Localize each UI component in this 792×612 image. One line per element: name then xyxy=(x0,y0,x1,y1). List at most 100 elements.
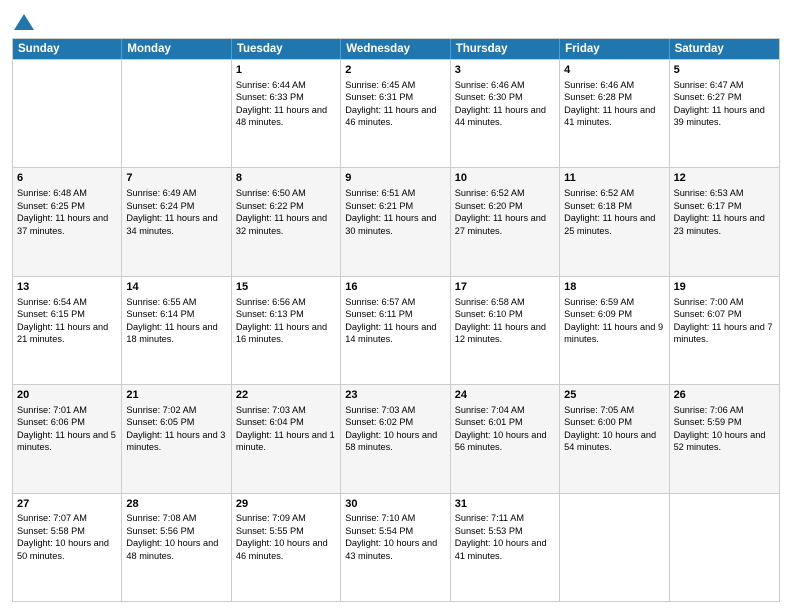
calendar-cell: 18Sunrise: 6:59 AMSunset: 6:09 PMDayligh… xyxy=(560,277,669,384)
calendar-cell: 21Sunrise: 7:02 AMSunset: 6:05 PMDayligh… xyxy=(122,385,231,492)
cell-text: Sunrise: 6:54 AM xyxy=(17,296,117,308)
calendar-cell: 28Sunrise: 7:08 AMSunset: 5:56 PMDayligh… xyxy=(122,494,231,601)
day-number: 27 xyxy=(17,497,117,512)
cell-text: Sunset: 6:31 PM xyxy=(345,91,445,103)
cell-text: Sunrise: 7:03 AM xyxy=(236,404,336,416)
cell-text: Daylight: 11 hours and 41 minutes. xyxy=(564,104,664,129)
cell-text: Sunrise: 6:52 AM xyxy=(455,187,555,199)
header xyxy=(12,10,780,32)
cell-text: Sunset: 6:22 PM xyxy=(236,200,336,212)
calendar-cell xyxy=(13,60,122,167)
cell-text: Daylight: 11 hours and 9 minutes. xyxy=(564,321,664,346)
calendar-cell: 16Sunrise: 6:57 AMSunset: 6:11 PMDayligh… xyxy=(341,277,450,384)
cell-text: Sunset: 6:15 PM xyxy=(17,308,117,320)
day-number: 22 xyxy=(236,388,336,403)
day-number: 23 xyxy=(345,388,445,403)
day-number: 13 xyxy=(17,280,117,295)
calendar-cell: 19Sunrise: 7:00 AMSunset: 6:07 PMDayligh… xyxy=(670,277,779,384)
day-number: 19 xyxy=(674,280,775,295)
cell-text: Sunrise: 6:46 AM xyxy=(564,79,664,91)
cell-text: Daylight: 11 hours and 46 minutes. xyxy=(345,104,445,129)
calendar-cell: 14Sunrise: 6:55 AMSunset: 6:14 PMDayligh… xyxy=(122,277,231,384)
week-row-4: 20Sunrise: 7:01 AMSunset: 6:06 PMDayligh… xyxy=(13,384,779,492)
cell-text: Sunrise: 6:45 AM xyxy=(345,79,445,91)
calendar-cell: 1Sunrise: 6:44 AMSunset: 6:33 PMDaylight… xyxy=(232,60,341,167)
cell-text: Sunset: 6:05 PM xyxy=(126,416,226,428)
calendar-cell: 7Sunrise: 6:49 AMSunset: 6:24 PMDaylight… xyxy=(122,168,231,275)
cell-text: Daylight: 10 hours and 54 minutes. xyxy=(564,429,664,454)
day-number: 12 xyxy=(674,171,775,186)
cell-text: Sunset: 5:53 PM xyxy=(455,525,555,537)
cell-text: Sunrise: 6:48 AM xyxy=(17,187,117,199)
cell-text: Daylight: 11 hours and 5 minutes. xyxy=(17,429,117,454)
header-cell-monday: Monday xyxy=(122,39,231,59)
cell-text: Daylight: 11 hours and 44 minutes. xyxy=(455,104,555,129)
calendar-cell: 13Sunrise: 6:54 AMSunset: 6:15 PMDayligh… xyxy=(13,277,122,384)
cell-text: Sunset: 5:56 PM xyxy=(126,525,226,537)
cell-text: Sunrise: 6:51 AM xyxy=(345,187,445,199)
day-number: 6 xyxy=(17,171,117,186)
day-number: 24 xyxy=(455,388,555,403)
cell-text: Daylight: 10 hours and 41 minutes. xyxy=(455,537,555,562)
day-number: 26 xyxy=(674,388,775,403)
cell-text: Sunset: 6:07 PM xyxy=(674,308,775,320)
cell-text: Daylight: 11 hours and 1 minute. xyxy=(236,429,336,454)
calendar-cell: 6Sunrise: 6:48 AMSunset: 6:25 PMDaylight… xyxy=(13,168,122,275)
cell-text: Sunrise: 6:56 AM xyxy=(236,296,336,308)
calendar-cell: 3Sunrise: 6:46 AMSunset: 6:30 PMDaylight… xyxy=(451,60,560,167)
cell-text: Sunset: 6:33 PM xyxy=(236,91,336,103)
calendar-cell: 9Sunrise: 6:51 AMSunset: 6:21 PMDaylight… xyxy=(341,168,450,275)
day-number: 18 xyxy=(564,280,664,295)
cell-text: Daylight: 11 hours and 32 minutes. xyxy=(236,212,336,237)
logo-general xyxy=(12,10,34,32)
cell-text: Sunrise: 6:46 AM xyxy=(455,79,555,91)
cell-text: Sunset: 6:25 PM xyxy=(17,200,117,212)
header-cell-sunday: Sunday xyxy=(13,39,122,59)
page: SundayMondayTuesdayWednesdayThursdayFrid… xyxy=(0,0,792,612)
cell-text: Daylight: 10 hours and 46 minutes. xyxy=(236,537,336,562)
cell-text: Sunrise: 7:01 AM xyxy=(17,404,117,416)
cell-text: Daylight: 11 hours and 23 minutes. xyxy=(674,212,775,237)
day-number: 28 xyxy=(126,497,226,512)
calendar-cell: 25Sunrise: 7:05 AMSunset: 6:00 PMDayligh… xyxy=(560,385,669,492)
cell-text: Daylight: 11 hours and 48 minutes. xyxy=(236,104,336,129)
day-number: 30 xyxy=(345,497,445,512)
cell-text: Daylight: 11 hours and 12 minutes. xyxy=(455,321,555,346)
cell-text: Daylight: 11 hours and 7 minutes. xyxy=(674,321,775,346)
day-number: 10 xyxy=(455,171,555,186)
calendar-cell: 11Sunrise: 6:52 AMSunset: 6:18 PMDayligh… xyxy=(560,168,669,275)
calendar-cell: 12Sunrise: 6:53 AMSunset: 6:17 PMDayligh… xyxy=(670,168,779,275)
cell-text: Sunset: 6:24 PM xyxy=(126,200,226,212)
cell-text: Sunrise: 7:06 AM xyxy=(674,404,775,416)
calendar-header: SundayMondayTuesdayWednesdayThursdayFrid… xyxy=(13,39,779,59)
cell-text: Sunset: 6:09 PM xyxy=(564,308,664,320)
cell-text: Sunset: 6:14 PM xyxy=(126,308,226,320)
day-number: 16 xyxy=(345,280,445,295)
calendar-cell: 5Sunrise: 6:47 AMSunset: 6:27 PMDaylight… xyxy=(670,60,779,167)
cell-text: Sunset: 6:30 PM xyxy=(455,91,555,103)
cell-text: Daylight: 10 hours and 48 minutes. xyxy=(126,537,226,562)
calendar-cell: 30Sunrise: 7:10 AMSunset: 5:54 PMDayligh… xyxy=(341,494,450,601)
calendar-cell: 24Sunrise: 7:04 AMSunset: 6:01 PMDayligh… xyxy=(451,385,560,492)
cell-text: Sunset: 6:18 PM xyxy=(564,200,664,212)
calendar-cell: 26Sunrise: 7:06 AMSunset: 5:59 PMDayligh… xyxy=(670,385,779,492)
cell-text: Sunset: 6:02 PM xyxy=(345,416,445,428)
cell-text: Sunset: 6:20 PM xyxy=(455,200,555,212)
cell-text: Sunset: 6:21 PM xyxy=(345,200,445,212)
cell-text: Sunset: 5:58 PM xyxy=(17,525,117,537)
cell-text: Daylight: 10 hours and 43 minutes. xyxy=(345,537,445,562)
cell-text: Sunrise: 6:47 AM xyxy=(674,79,775,91)
cell-text: Sunset: 6:28 PM xyxy=(564,91,664,103)
cell-text: Daylight: 10 hours and 56 minutes. xyxy=(455,429,555,454)
cell-text: Daylight: 11 hours and 37 minutes. xyxy=(17,212,117,237)
header-cell-friday: Friday xyxy=(560,39,669,59)
day-number: 7 xyxy=(126,171,226,186)
logo-icon xyxy=(14,14,34,30)
cell-text: Sunrise: 7:02 AM xyxy=(126,404,226,416)
cell-text: Sunset: 6:17 PM xyxy=(674,200,775,212)
calendar-cell xyxy=(670,494,779,601)
cell-text: Sunrise: 6:58 AM xyxy=(455,296,555,308)
day-number: 4 xyxy=(564,63,664,78)
calendar-cell: 29Sunrise: 7:09 AMSunset: 5:55 PMDayligh… xyxy=(232,494,341,601)
calendar-cell xyxy=(560,494,669,601)
